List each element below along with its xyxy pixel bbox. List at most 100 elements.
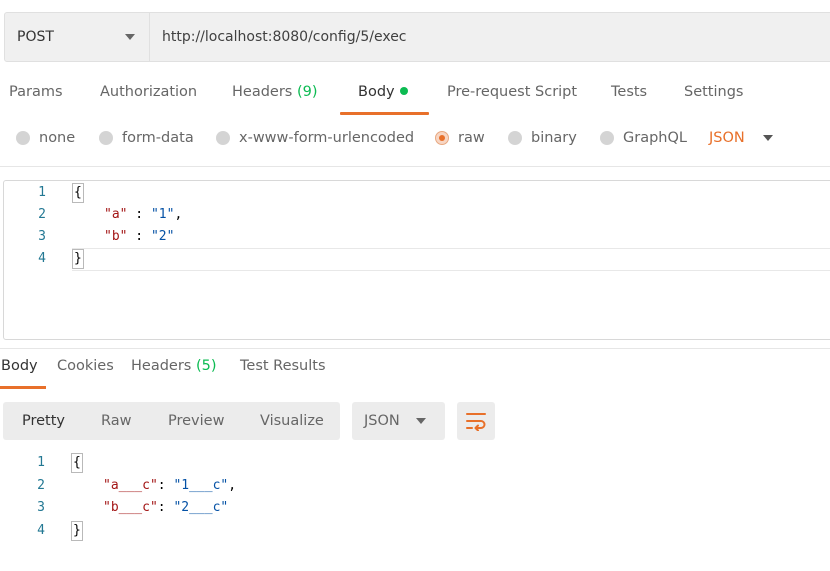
code-line: 2 "a" : "1", <box>4 204 830 226</box>
tab-pre-request-script[interactable]: Pre-request Script <box>447 84 577 100</box>
json-trail: , <box>228 478 237 493</box>
tab-params[interactable]: Params <box>9 84 63 100</box>
tab-label: Pre-request Script <box>447 84 578 100</box>
radio-circle <box>99 131 113 145</box>
tab-headers[interactable]: Headers (9) <box>232 84 318 100</box>
json-value: "2___c" <box>173 500 229 515</box>
radio-circle <box>508 131 522 145</box>
open-brace: { <box>72 183 84 203</box>
radio-graphql[interactable]: GraphQL <box>600 130 687 146</box>
tab-label: Headers <box>131 358 192 374</box>
code-text: } <box>72 248 84 270</box>
request-url-bar: POST http://localhost:8080/config/5/exec <box>4 12 830 62</box>
view-raw-button[interactable]: Raw <box>101 402 132 440</box>
code-text: "a___c": "1___c", <box>103 475 236 497</box>
tab-label: Settings <box>684 84 744 100</box>
view-preview-button[interactable]: Preview <box>168 402 224 440</box>
body-type-radios: none form-data x-www-form-urlencoded raw… <box>0 130 830 154</box>
tab-tests[interactable]: Tests <box>611 84 647 100</box>
code-line: 1 { <box>4 182 830 204</box>
divider <box>0 348 830 349</box>
code-text: "b___c": "2___c" <box>103 497 228 519</box>
tab-authorization[interactable]: Authorization <box>100 84 197 100</box>
code-text: "b" : "2" <box>104 226 174 248</box>
code-line: 4 } <box>4 248 830 270</box>
tab-label: Params <box>9 84 63 100</box>
resp-tab-cookies[interactable]: Cookies <box>57 358 114 374</box>
raw-format-select[interactable]: JSON <box>709 130 773 146</box>
json-trail: , <box>174 207 183 222</box>
radio-raw[interactable]: raw <box>435 130 485 146</box>
chevron-down-icon <box>415 418 426 424</box>
response-body-viewer: 1 { 2 "a___c": "1___c", 3 "b___c": "2___… <box>3 452 830 562</box>
view-pretty-button[interactable]: Pretty <box>22 402 65 440</box>
active-tab-indicator <box>340 112 429 115</box>
view-visualize-button[interactable]: Visualize <box>260 402 324 440</box>
tab-label: Tests <box>611 84 648 100</box>
body-modified-dot-icon <box>399 87 408 95</box>
line-number: 2 <box>38 207 46 222</box>
code-line: 1 { <box>3 452 830 474</box>
response-format-label: JSON <box>364 413 400 429</box>
close-brace: } <box>71 521 83 541</box>
tab-label: Authorization <box>100 84 198 100</box>
radio-circle <box>16 131 30 145</box>
line-number: 4 <box>37 523 45 538</box>
tab-body[interactable]: Body <box>358 84 408 100</box>
line-number: 2 <box>37 478 45 493</box>
json-key: "a___c" <box>103 478 158 493</box>
radio-label: raw <box>458 130 485 146</box>
tab-label: Test Results <box>240 358 326 374</box>
headers-count: (5) <box>195 358 217 374</box>
code-line: 2 "a___c": "1___c", <box>3 475 830 497</box>
radio-label: GraphQL <box>623 130 687 146</box>
radio-x-www-form-urlencoded[interactable]: x-www-form-urlencoded <box>216 130 414 146</box>
line-number: 1 <box>38 185 46 200</box>
resp-tab-body[interactable]: Body <box>1 358 38 374</box>
resp-tab-headers[interactable]: Headers (5) <box>131 358 217 374</box>
tab-label: Body <box>1 358 38 374</box>
wrap-lines-button[interactable] <box>457 402 495 440</box>
code-text: "a" : "1", <box>104 204 182 226</box>
close-brace: } <box>72 249 84 269</box>
response-view-modes: Pretty Raw Preview Visualize <box>3 402 340 440</box>
tab-label: Cookies <box>57 358 114 374</box>
code-line: 4 } <box>3 520 830 542</box>
json-value: "2" <box>150 229 175 244</box>
code-text: { <box>71 452 83 474</box>
open-brace: { <box>71 453 83 473</box>
code-text: } <box>71 520 83 542</box>
url-input[interactable]: http://localhost:8080/config/5/exec <box>150 13 830 61</box>
json-sep: : <box>127 207 151 222</box>
wrap-lines-icon <box>466 413 486 431</box>
chevron-down-icon <box>762 135 773 141</box>
method-select[interactable]: POST <box>5 13 150 61</box>
chevron-down-icon <box>125 34 135 40</box>
line-number: 1 <box>37 455 45 470</box>
radio-label: form-data <box>122 130 194 146</box>
code-text: { <box>72 182 84 204</box>
radio-label: x-www-form-urlencoded <box>239 130 415 146</box>
line-number: 4 <box>38 251 46 266</box>
json-value: "1" <box>150 207 175 222</box>
json-sep: : <box>157 478 174 493</box>
response-format-select[interactable]: JSON <box>352 402 445 440</box>
radio-form-data[interactable]: form-data <box>99 130 194 146</box>
request-body-editor[interactable]: 1 { 2 "a" : "1", 3 "b" : "2" 4 } <box>3 180 830 340</box>
code-line: 3 "b___c": "2___c" <box>3 497 830 519</box>
radio-circle-selected <box>435 131 449 145</box>
json-key: "a" <box>104 207 128 222</box>
resp-tab-test-results[interactable]: Test Results <box>240 358 326 374</box>
radio-none[interactable]: none <box>16 130 75 146</box>
code-line: 3 "b" : "2" <box>4 226 830 248</box>
active-tab-indicator <box>0 386 46 389</box>
json-key: "b___c" <box>103 500 158 515</box>
radio-label: none <box>39 130 76 146</box>
json-key: "b" <box>104 229 128 244</box>
tab-settings[interactable]: Settings <box>684 84 743 100</box>
radio-circle <box>216 131 230 145</box>
line-number: 3 <box>38 229 46 244</box>
headers-count: (9) <box>296 84 318 100</box>
radio-binary[interactable]: binary <box>508 130 577 146</box>
method-label: POST <box>17 29 54 45</box>
